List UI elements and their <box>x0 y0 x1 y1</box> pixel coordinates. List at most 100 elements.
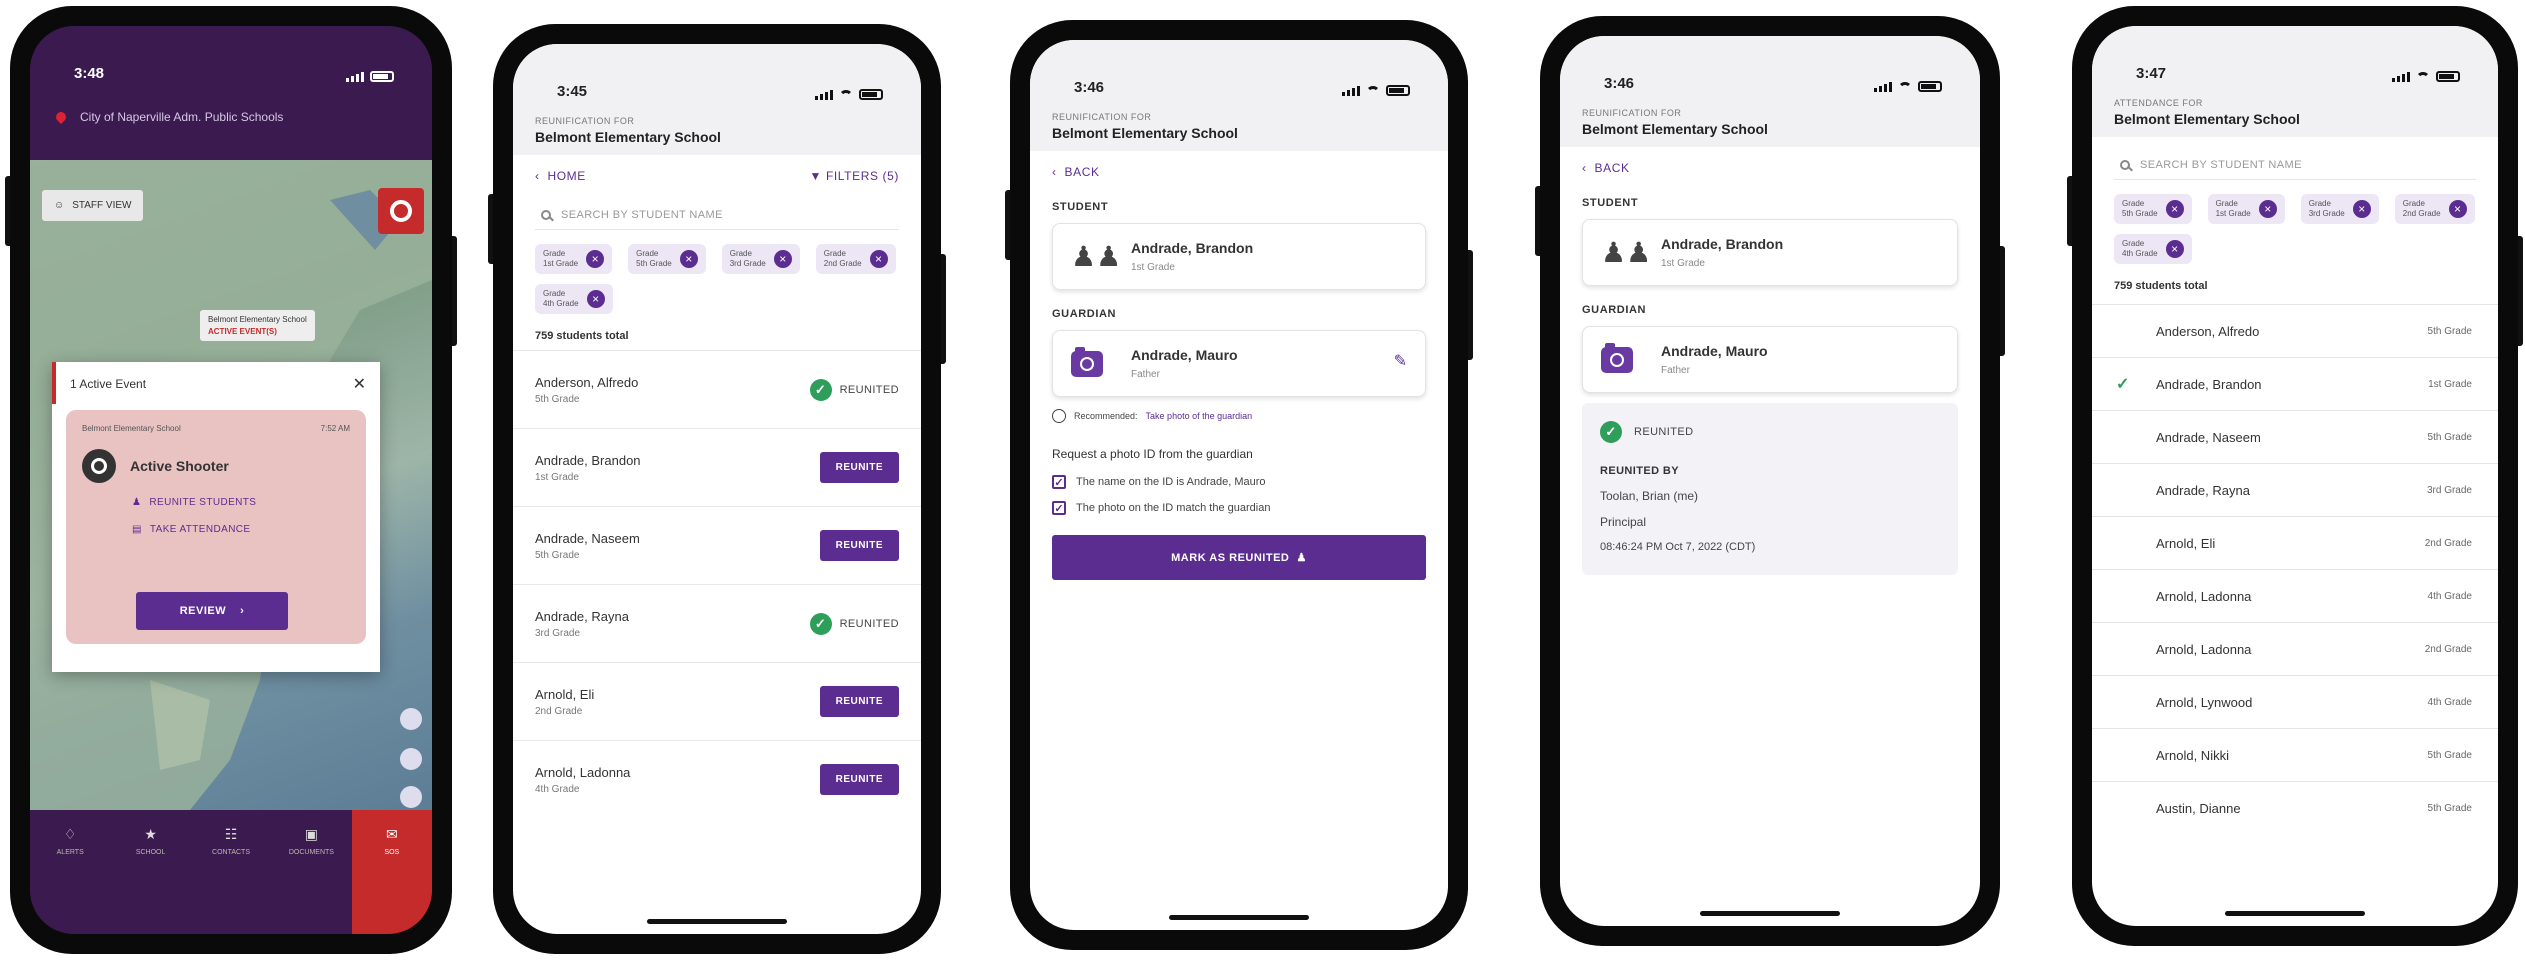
attendance-row[interactable]: Arnold, Ladonna 4th Grade <box>2092 569 2498 622</box>
remove-chip-icon[interactable]: × <box>586 250 605 268</box>
camera-icon[interactable] <box>1071 346 1103 377</box>
filter-chip[interactable]: Grade 1st Grade × <box>535 244 613 274</box>
home-link[interactable]: ‹ HOME <box>535 169 586 183</box>
zoom-control-1[interactable] <box>400 708 422 730</box>
status-icons <box>346 71 394 82</box>
event-school: Belmont Elementary School <box>82 424 181 433</box>
map-marker-label[interactable]: Belmont Elementary School ACTIVE EVENT(S… <box>200 310 315 341</box>
filter-chip[interactable]: Grade 5th Grade × <box>2114 194 2192 224</box>
remove-chip-icon[interactable]: × <box>2165 240 2184 258</box>
status-bar: 3:45 <box>513 44 921 106</box>
filter-chip[interactable]: Grade 4th Grade × <box>2114 234 2192 264</box>
tab-documents[interactable]: ▣ DOCUMENTS <box>271 810 351 934</box>
tab-school[interactable]: ★ SCHOOL <box>110 810 190 934</box>
review-button[interactable]: REVIEW › <box>136 592 288 630</box>
remove-chip-icon[interactable]: × <box>2258 200 2277 218</box>
header-subtitle: ATTENDANCE FOR <box>2114 98 2203 108</box>
filters-button[interactable]: ▼ FILTERS (5) <box>810 169 899 183</box>
tab-alerts[interactable]: ♢ ALERTS <box>30 810 110 934</box>
attendance-row[interactable]: Anderson, Alfredo 5th Grade <box>2092 304 2498 357</box>
event-card: Belmont Elementary School 7:52 AM Active… <box>66 410 366 644</box>
reunite-button[interactable]: REUNITE <box>819 764 899 795</box>
take-attendance-link[interactable]: ▤ TAKE ATTENDANCE <box>66 508 366 535</box>
chip-value: 2nd Grade <box>823 259 862 268</box>
district-header[interactable]: City of Naperville Adm. Public Schools <box>30 88 432 146</box>
attendance-row[interactable]: ✓ Andrade, Brandon 1st Grade <box>2092 357 2498 410</box>
remove-chip-icon[interactable]: × <box>869 250 888 268</box>
student-grade: 3rd Grade <box>535 627 581 639</box>
attendance-row[interactable]: Andrade, Rayna 3rd Grade <box>2092 463 2498 516</box>
checkbox-checked[interactable]: ✓ <box>1052 475 1066 489</box>
student-row[interactable]: Andrade, Brandon 1st Grade REUNITE <box>513 428 921 506</box>
status-icons <box>1874 81 1942 92</box>
attendance-row[interactable]: Arnold, Nikki 5th Grade <box>2092 728 2498 781</box>
status-bar: 3:48 <box>30 26 432 88</box>
reunite-button[interactable]: REUNITE <box>819 530 899 561</box>
remove-chip-icon[interactable]: × <box>586 290 605 308</box>
filter-chip[interactable]: Grade 1st Grade × <box>2207 194 2285 224</box>
student-row[interactable]: Arnold, Ladonna 4th Grade REUNITE <box>513 740 921 818</box>
attendance-row[interactable]: Austin, Dianne 5th Grade <box>2092 781 2498 834</box>
edit-pencil-icon[interactable]: ✎ <box>1394 351 1407 371</box>
tab-label: CONTACTS <box>212 849 250 856</box>
student-count: 759 students total <box>535 330 629 342</box>
student-row[interactable]: Anderson, Alfredo 5th Grade ✓ REUNITED <box>513 350 921 428</box>
checkbox-checked[interactable]: ✓ <box>1052 501 1066 515</box>
phone-reunification-list: 3:45 REUNIFICATION FOR Belmont Elementar… <box>488 24 946 954</box>
guardian-card[interactable]: Andrade, Mauro Father ✎ <box>1052 330 1426 397</box>
reunite-button[interactable]: REUNITE <box>819 686 899 717</box>
remove-chip-icon[interactable]: × <box>2448 200 2467 218</box>
wifi-icon <box>839 89 853 100</box>
status-icons <box>815 89 883 100</box>
close-icon[interactable]: ✕ <box>353 374 366 394</box>
take-attendance-label: TAKE ATTENDANCE <box>149 524 251 535</box>
header-title: Belmont Elementary School <box>2114 111 2300 127</box>
attendance-row[interactable]: Arnold, Lynwood 4th Grade <box>2092 675 2498 728</box>
attendance-row[interactable]: Andrade, Naseem 5th Grade <box>2092 410 2498 463</box>
filter-chip[interactable]: Grade 2nd Grade × <box>815 244 896 274</box>
home-indicator <box>2225 911 2365 916</box>
staff-view-button[interactable]: ☺ STAFF VIEW <box>42 190 144 221</box>
zoom-control-3[interactable] <box>400 786 422 808</box>
student-name: Andrade, Rayna <box>2156 482 2250 498</box>
remove-chip-icon[interactable]: × <box>2352 200 2371 218</box>
camera-icon <box>1601 342 1633 373</box>
student-name: Arnold, Ladonna <box>535 764 631 780</box>
search-input[interactable]: SEARCH BY STUDENT NAME <box>2114 151 2476 180</box>
student-row[interactable]: Andrade, Rayna 3rd Grade ✓ REUNITED <box>513 584 921 662</box>
back-label: BACK <box>1594 161 1630 175</box>
remove-chip-icon[interactable]: × <box>773 250 792 268</box>
filter-chip[interactable]: Grade 4th Grade × <box>535 284 613 314</box>
location-pin-icon <box>53 109 69 125</box>
remove-chip-icon[interactable]: × <box>2165 200 2184 218</box>
attendance-row[interactable]: Arnold, Ladonna 2nd Grade <box>2092 622 2498 675</box>
name-check-row[interactable]: ✓ The name on the ID is Andrade, Mauro <box>1030 469 1448 495</box>
filter-chip[interactable]: Grade 2nd Grade × <box>2394 194 2475 224</box>
sos-map-button[interactable] <box>378 188 424 234</box>
take-photo-link[interactable]: Take photo of the guardian <box>1146 411 1253 421</box>
check-circle-icon: ✓ <box>809 612 832 635</box>
reunite-students-link[interactable]: ♟ REUNITE STUDENTS <box>66 483 366 508</box>
remove-chip-icon[interactable]: × <box>679 250 698 268</box>
battery-icon <box>2436 71 2460 82</box>
filter-chip[interactable]: Grade 5th Grade × <box>628 244 706 274</box>
page-header: REUNIFICATION FOR Belmont Elementary Sch… <box>513 106 921 155</box>
search-input[interactable]: SEARCH BY STUDENT NAME <box>535 201 899 230</box>
back-link[interactable]: ‹ BACK <box>1030 151 1448 193</box>
reunite-students-label: REUNITE STUDENTS <box>149 497 257 508</box>
search-placeholder: SEARCH BY STUDENT NAME <box>2140 159 2302 171</box>
back-link[interactable]: ‹ BACK <box>1560 147 1980 189</box>
tab-contacts[interactable]: ☷ CONTACTS <box>191 810 271 934</box>
chip-label: Grade <box>2122 199 2145 208</box>
student-row[interactable]: Andrade, Naseem 5th Grade REUNITE <box>513 506 921 584</box>
student-row[interactable]: Arnold, Eli 2nd Grade REUNITE <box>513 662 921 740</box>
zoom-control-2[interactable] <box>400 748 422 770</box>
filter-chip[interactable]: Grade 3rd Grade × <box>2300 194 2379 224</box>
tab-sos[interactable]: ✉ SOS <box>351 810 432 934</box>
student-name: Anderson, Alfredo <box>2156 323 2260 339</box>
mark-as-reunited-button[interactable]: MARK AS REUNITED ♟ <box>1052 535 1426 580</box>
reunite-button[interactable]: REUNITE <box>819 452 899 483</box>
attendance-row[interactable]: Arnold, Eli 2nd Grade <box>2092 516 2498 569</box>
filter-chip[interactable]: Grade 3rd Grade × <box>721 244 800 274</box>
photo-check-row[interactable]: ✓ The photo on the ID match the guardian <box>1030 495 1448 521</box>
